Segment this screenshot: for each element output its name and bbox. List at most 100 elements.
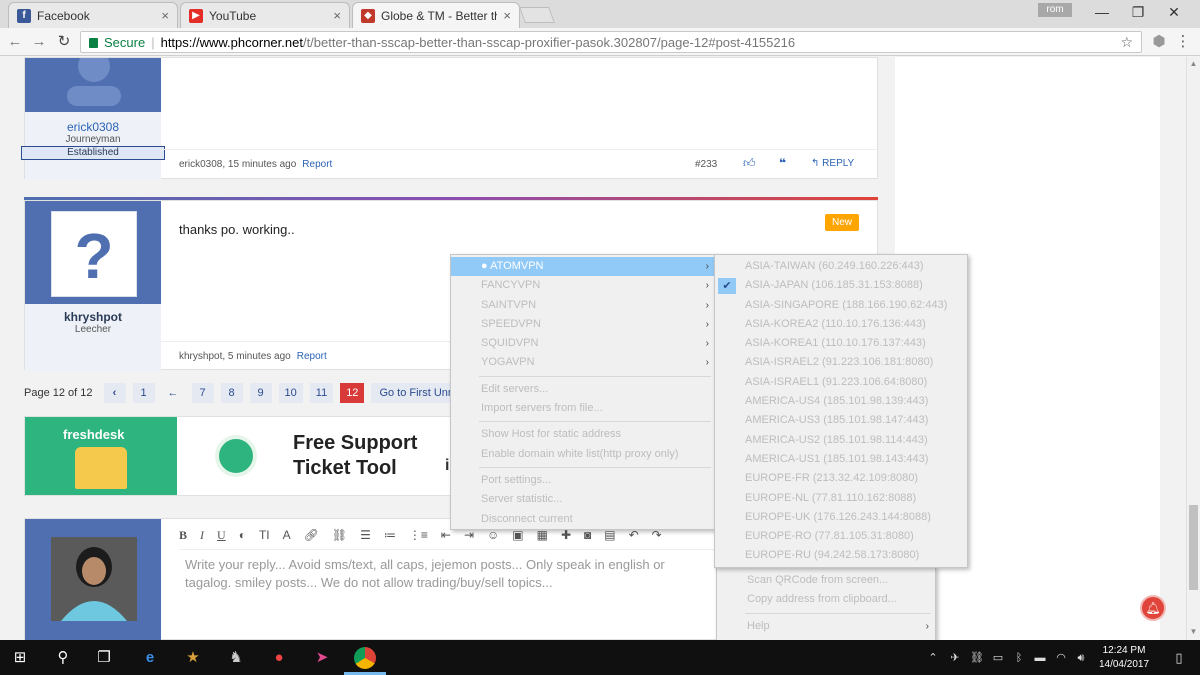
menu-item-show-host[interactable]: Show Host for static address [451, 425, 715, 444]
bell-icon[interactable]: 🔔︎ [1140, 595, 1166, 621]
save-icon[interactable]: ▤ [604, 528, 615, 542]
quote-icon[interactable]: ❝ [779, 156, 786, 170]
edge-icon[interactable]: e [140, 648, 160, 668]
wifi-icon[interactable]: ◠ [1054, 652, 1068, 664]
media-icon[interactable]: ▦ [537, 528, 548, 542]
menu-item-help[interactable]: Help › [717, 617, 935, 636]
menu-item-atomvpn[interactable]: ● ATOMVPN › [451, 257, 715, 277]
restore-icon[interactable]: ❐ [1118, 0, 1158, 24]
page-link-current[interactable]: 12 [340, 383, 365, 403]
bookmark-star-icon[interactable]: ☆ [1120, 34, 1133, 51]
outdent-icon[interactable]: ⇤ [441, 528, 451, 542]
location-item[interactable]: AMERICA-US2 (185.101.98.114:443) [715, 431, 967, 450]
plane-tray-icon[interactable]: ✈ [948, 652, 962, 664]
camera-icon[interactable]: ◙ [584, 528, 591, 542]
reply-button[interactable]: ↰ REPLY [811, 158, 854, 169]
report-link[interactable]: Report [297, 351, 327, 362]
font-size-icon[interactable]: TI [259, 528, 270, 542]
close-icon[interactable]: × [161, 8, 169, 23]
page-link-1[interactable]: 1 [132, 383, 155, 403]
battery-icon[interactable]: ▬ [1033, 652, 1047, 664]
chevron-up-icon[interactable]: ⌃ [926, 652, 940, 664]
app-figure-icon[interactable]: ♞ [226, 648, 246, 668]
reload-icon[interactable]: ↻ [53, 32, 75, 52]
scrollbar[interactable]: ▲ ▼ [1186, 57, 1200, 640]
location-item[interactable]: ASIA-KOREA2 (110.10.176.136:443) [715, 315, 967, 334]
address-bar[interactable]: Secure | https://www.phcorner.net/t/bett… [80, 31, 1142, 53]
post-number[interactable]: #233 [695, 159, 717, 170]
close-icon[interactable]: × [503, 8, 511, 23]
page-link-9[interactable]: 9 [249, 383, 272, 403]
app-star-icon[interactable]: ★ [183, 648, 203, 668]
tab-facebook[interactable]: f Facebook × [8, 2, 178, 28]
link-icon[interactable]: 🔗︎ [304, 528, 319, 542]
page-link-7[interactable]: 7 [191, 383, 214, 403]
tab-youtube[interactable]: ▶ YouTube × [180, 2, 350, 28]
avatar[interactable]: ? [51, 211, 137, 297]
taskbar-clock[interactable]: 12:24 PM 14/04/2017 [1096, 644, 1152, 672]
bluetooth-icon[interactable]: ᛒ [1012, 652, 1026, 664]
forward-arrow-icon[interactable]: → [28, 32, 50, 52]
chrome-icon[interactable] [354, 647, 376, 669]
scroll-up-arrow-icon[interactable]: ▲ [1189, 59, 1198, 69]
location-item[interactable]: EUROPE-FR (213.32.42.109:8080) [715, 469, 967, 488]
monitor-tray-icon[interactable]: ▭ [991, 652, 1005, 664]
menu-item-fancyvpn[interactable]: FANCYVPN › [451, 276, 715, 295]
location-item[interactable]: ASIA-ISRAEL1 (91.223.106.64:8080) [715, 373, 967, 392]
link-tray-icon[interactable]: ⛓ [970, 652, 984, 664]
location-item[interactable]: ASIA-SINGAPORE (188.166.190.62:443) [715, 296, 967, 315]
reply-textarea[interactable]: Write your reply... Avoid sms/text, all … [179, 549, 719, 629]
location-item[interactable]: AMERICA-US4 (185.101.98.139:443) [715, 392, 967, 411]
insert-icon[interactable]: ✚ [561, 528, 571, 542]
menu-item-server-statistic[interactable]: Server statistic... [451, 490, 715, 509]
task-view-icon[interactable]: ❐ [94, 648, 114, 668]
undo-icon[interactable]: ↶ [629, 528, 639, 542]
menu-item-edit-servers[interactable]: Edit servers... [451, 380, 715, 399]
page-skip-arrow[interactable]: ← [162, 383, 185, 403]
volume-icon[interactable]: 🔊︎ [1074, 652, 1088, 664]
scroll-thumb[interactable] [1189, 505, 1198, 590]
smiley-icon[interactable]: ☺ [487, 528, 499, 542]
redo-icon[interactable]: ↷ [652, 528, 662, 542]
location-item[interactable]: EUROPE-RO (77.81.105.31:8080) [715, 527, 967, 546]
prev-page-button[interactable]: ‹ [103, 383, 126, 403]
menu-item-scan-qr[interactable]: Scan QRCode from screen... [717, 571, 935, 590]
page-link-10[interactable]: 10 [278, 383, 303, 403]
align-icon[interactable]: ☰ [360, 528, 371, 542]
username[interactable]: erick0308 [25, 120, 161, 134]
location-item[interactable]: ASIA-ISRAEL2 (91.223.106.181:8080) [715, 353, 967, 372]
image-icon[interactable]: ▣ [512, 528, 523, 542]
indent-icon[interactable]: ⇥ [464, 528, 474, 542]
font-icon[interactable]: A [283, 528, 291, 542]
menu-item-disconnect[interactable]: Disconnect current [451, 510, 715, 529]
close-icon[interactable]: × [333, 8, 341, 23]
search-icon[interactable]: ⚲ [53, 648, 73, 668]
menu-item-whitelist[interactable]: Enable domain white list(http proxy only… [451, 445, 715, 464]
profile-badge[interactable]: rom [1038, 3, 1072, 17]
menu-item-speedvpn[interactable]: SPEEDVPN › [451, 315, 715, 334]
menu-item-copy-clipboard[interactable]: Copy address from clipboard... [717, 590, 935, 609]
location-item[interactable]: ASIA-KOREA1 (110.10.176.137:443) [715, 334, 967, 353]
menu-item-saintvpn[interactable]: SAINTVPN › [451, 296, 715, 315]
page-link-8[interactable]: 8 [220, 383, 243, 403]
app-e-icon[interactable]: ● [269, 648, 289, 668]
bullet-list-icon[interactable]: ≔ [384, 528, 396, 542]
paper-plane-icon[interactable]: ➤ [312, 648, 332, 668]
new-tab-button[interactable] [519, 7, 555, 23]
location-item[interactable]: ASIA-TAIWAN (60.249.160.226:443) [715, 257, 967, 276]
avatar[interactable] [51, 50, 137, 106]
bold-icon[interactable]: B [179, 528, 187, 543]
menu-item-yogavpn[interactable]: YOGAVPN › [451, 353, 715, 372]
menu-dots-icon[interactable]: ⋮ [1172, 32, 1194, 52]
numbered-list-icon[interactable]: ⋮≡ [409, 528, 428, 542]
report-link[interactable]: Report [302, 159, 332, 170]
location-item[interactable]: EUROPE-RU (94.242.58.173:8080) [715, 546, 967, 565]
unlink-icon[interactable]: ⛓ [332, 528, 347, 542]
minimize-icon[interactable]: — [1082, 0, 1122, 24]
notifications-icon[interactable]: ▯ [1172, 651, 1186, 664]
location-item[interactable]: EUROPE-UK (176.126.243.144:8088) [715, 508, 967, 527]
tab-globe-tm[interactable]: ◆ Globe & TM - Better than × [352, 2, 520, 28]
menu-item-port-settings[interactable]: Port settings... [451, 471, 715, 490]
underline-icon[interactable]: U [217, 528, 226, 543]
page-link-11[interactable]: 11 [309, 383, 334, 403]
